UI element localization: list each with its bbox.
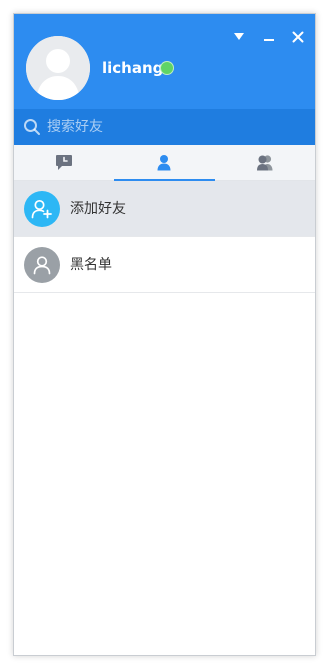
search-bar [14,109,315,145]
minimize-button[interactable] [259,28,279,46]
message-clock-icon [56,155,73,170]
person-icon [157,155,171,171]
default-avatar-icon [26,36,90,100]
tab-friends[interactable] [114,145,215,181]
online-status-indicator [160,61,174,75]
tab-groups[interactable] [215,145,315,180]
user-icon [24,247,60,283]
minimize-icon [264,39,274,41]
search-input[interactable] [47,115,302,139]
add-user-icon [24,191,60,227]
profile-header: lichang [14,14,315,109]
close-button[interactable] [288,28,308,46]
avatar[interactable] [26,36,90,100]
add-friend-label: 添加好友 [70,201,126,217]
menu-button[interactable] [229,28,249,46]
blacklist-label: 黑名单 [70,257,112,273]
contact-list: 添加好友 黑名单 [14,181,315,293]
search-icon [24,119,40,135]
menu-down-icon [234,33,244,40]
contacts-window: lichang 搜索好友 添加好友 黑名单 [13,13,316,656]
list-item-add-friend[interactable]: 添加好友 [14,181,315,237]
tab-bar [14,145,315,181]
tab-recent-chats[interactable] [14,145,114,180]
username: lichang [102,59,164,77]
close-icon [292,31,304,43]
list-item-blacklist[interactable]: 黑名单 [14,237,315,293]
group-icon [256,155,273,171]
